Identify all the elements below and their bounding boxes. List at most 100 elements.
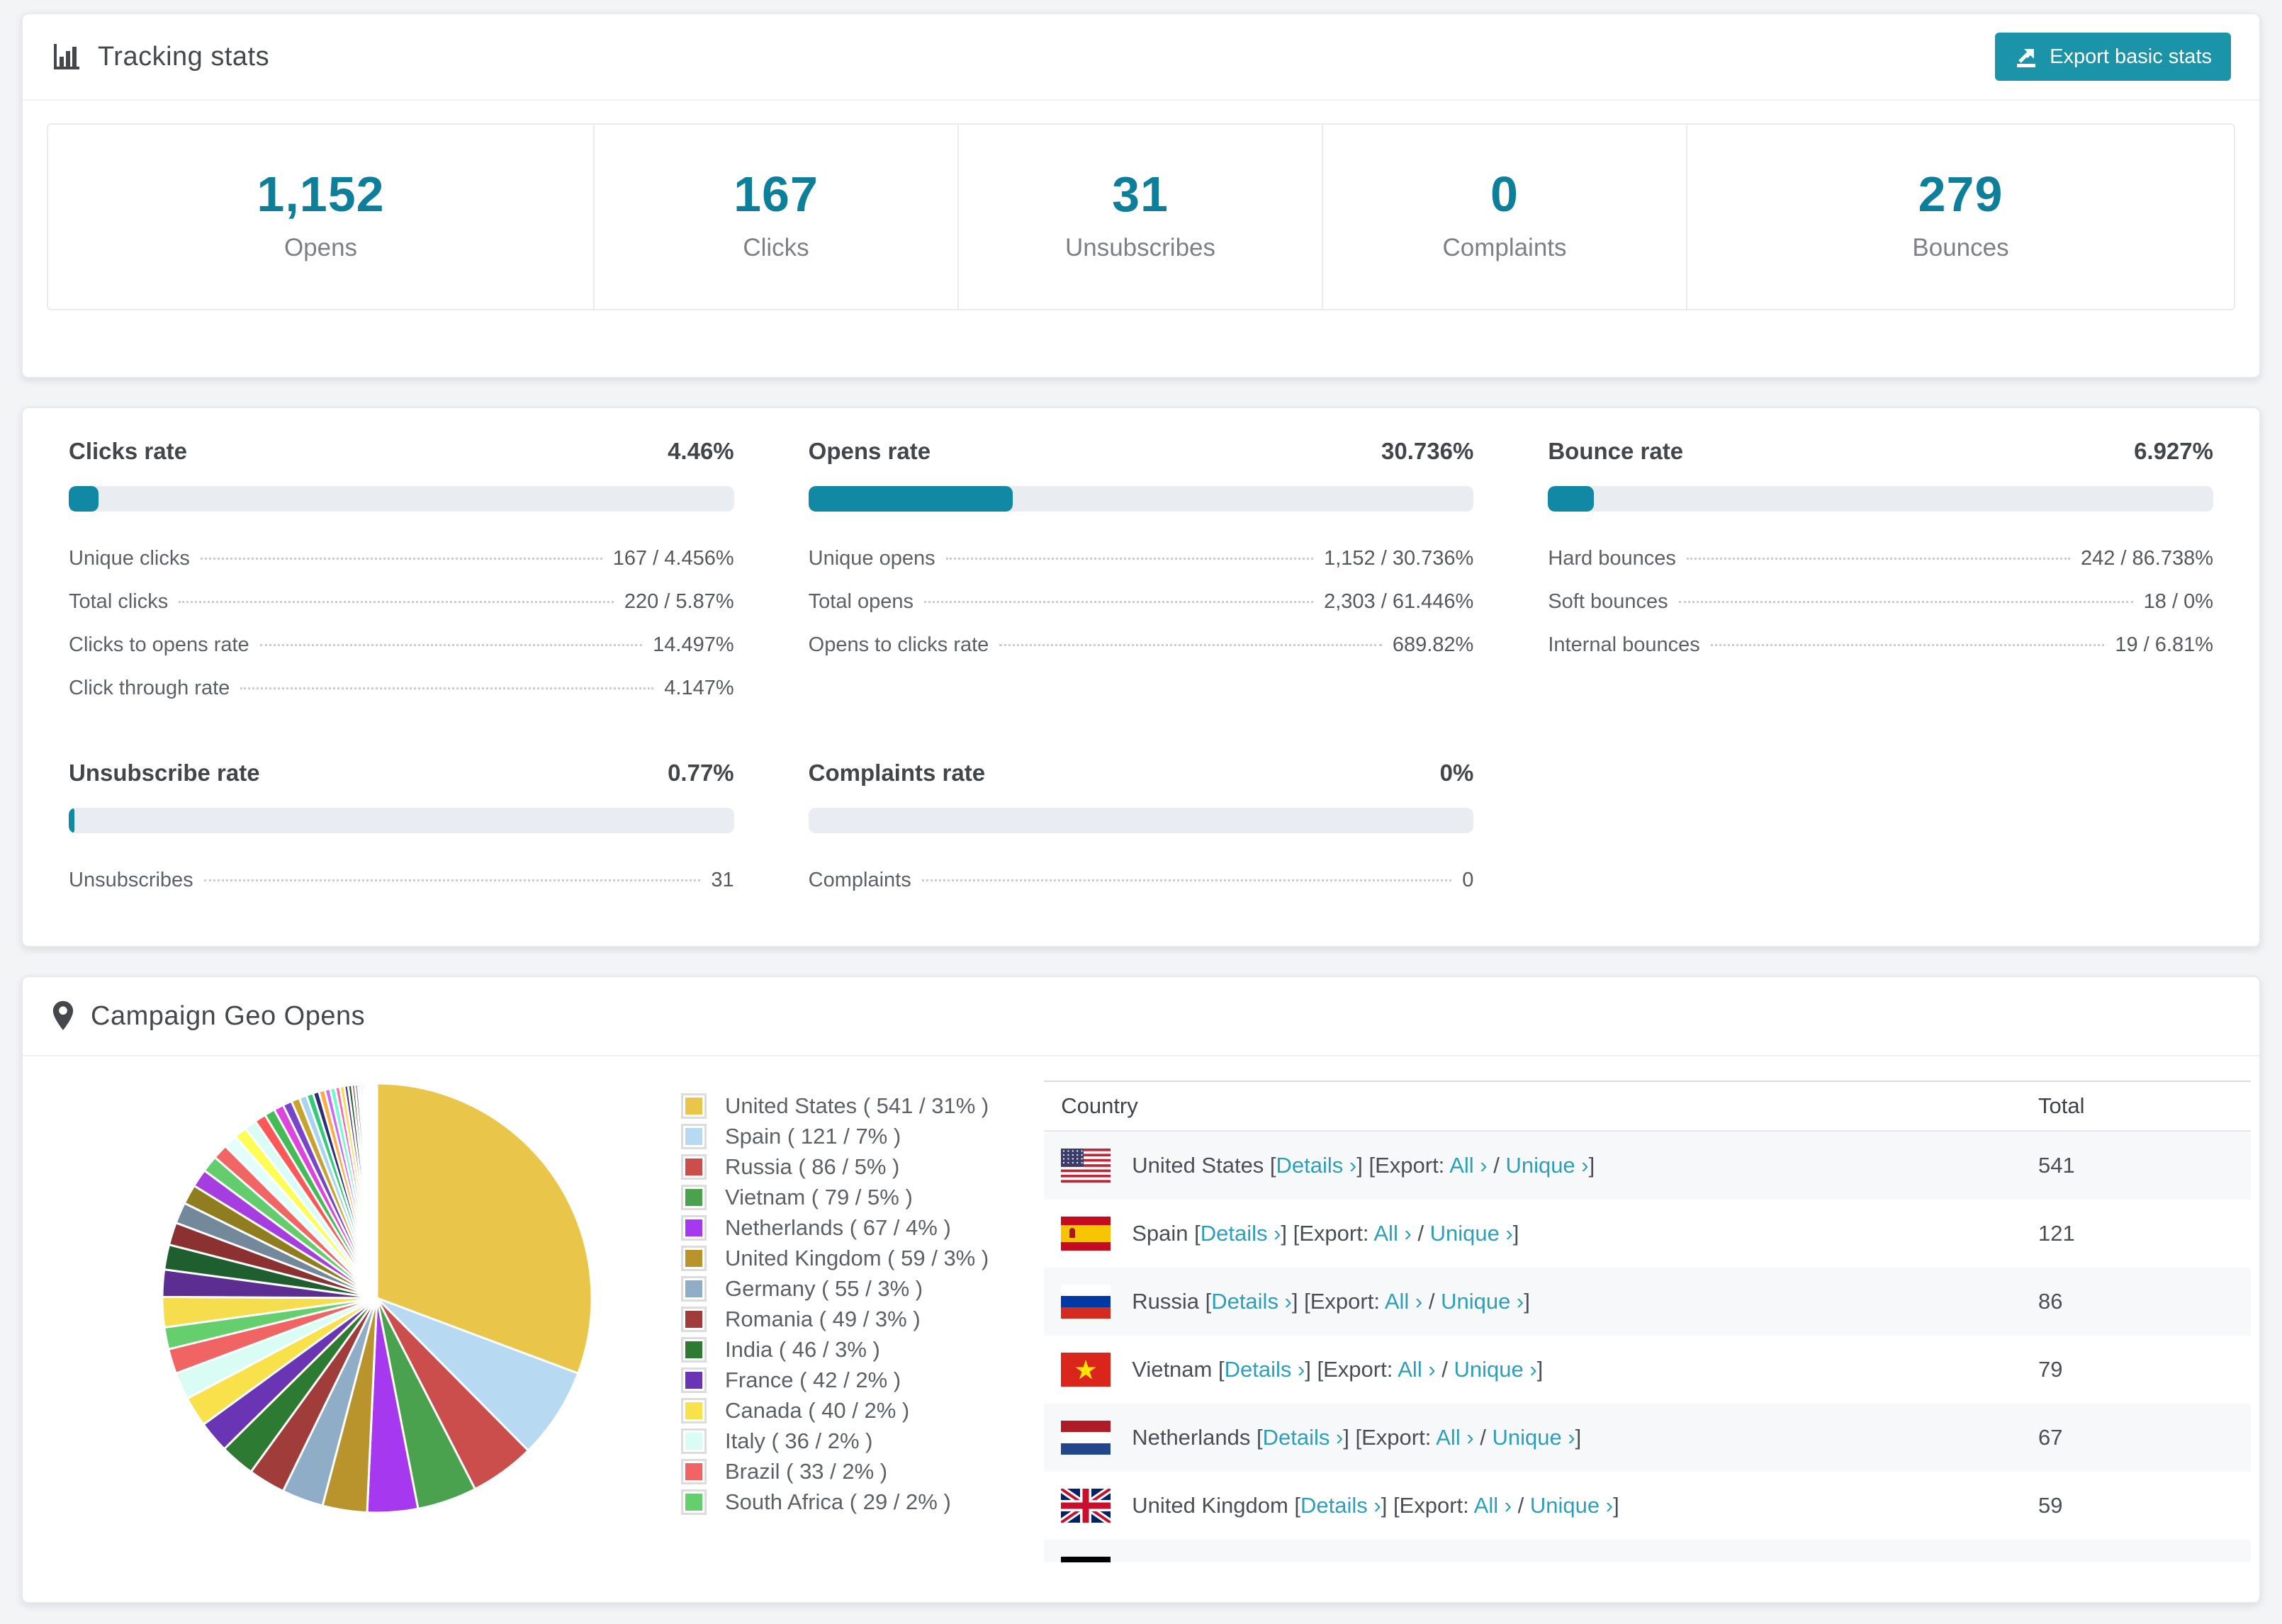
details-link[interactable]: Details › <box>1201 1221 1281 1246</box>
legend-swatch <box>681 1215 707 1241</box>
summary-box: 1,152 Opens 167 Clicks 31 Unsubscribes 0 Compla… <box>47 123 2235 310</box>
tracking-stats-card: Tracking stats Export basic stats 1,152 O… <box>21 13 2261 378</box>
export-all-link[interactable]: All › <box>1385 1289 1422 1314</box>
export-basic-stats-button[interactable]: Export basic stats <box>1995 33 2231 81</box>
legend-item-italy: Italy ( 36 / 2% ) <box>681 1428 989 1454</box>
rate-progressbar <box>69 486 734 512</box>
rate-progressbar <box>69 808 734 833</box>
legend-item-india: India ( 46 / 3% ) <box>681 1337 989 1363</box>
legend-label: Russia ( 86 / 5% ) <box>725 1154 900 1179</box>
details-link[interactable]: Details › <box>1263 1425 1344 1450</box>
es-flag-icon <box>1061 1217 1111 1251</box>
summary-item-unsubscribes: 31 Unsubscribes <box>959 125 1323 309</box>
rate-detail-row: Clicks to opens rate 14.497% <box>69 624 734 667</box>
legend-swatch <box>681 1124 707 1149</box>
legend-swatch <box>681 1368 707 1393</box>
export-unique-link[interactable]: Unique › <box>1505 1153 1588 1178</box>
rate-detail-value: 31 <box>711 869 734 891</box>
geo-row-text: Netherlands [Details ›] [Export: All › /… <box>1132 1425 1582 1450</box>
rate-value: 4.46% <box>668 438 734 464</box>
geo-row-text: United States [Details ›] [Export: All ›… <box>1132 1153 1595 1178</box>
rate-detail-value: 4.147% <box>664 677 734 699</box>
geo-row-total: 79 <box>2038 1357 2063 1382</box>
legend-item-netherlands: Netherlands ( 67 / 4% ) <box>681 1215 989 1241</box>
summary-body: 1,152 Opens 167 Clicks 31 Unsubscribes 0 Compla… <box>23 101 2259 377</box>
details-link[interactable]: Details › <box>1300 1493 1381 1518</box>
nl-flag-icon <box>1061 1421 1111 1455</box>
vn-flag-icon <box>1061 1353 1111 1387</box>
export-all-link[interactable]: All › <box>1373 1221 1411 1246</box>
export-unique-link[interactable]: Unique › <box>1454 1357 1536 1382</box>
export-unique-link[interactable]: Unique › <box>1530 1493 1613 1518</box>
geo-table: Country Total United States [Details ›] … <box>1044 1081 2251 1562</box>
export-all-link[interactable]: All › <box>1398 1357 1435 1382</box>
export-unique-link[interactable]: Unique › <box>1430 1221 1513 1246</box>
rate-detail-label: Complaints <box>808 869 911 891</box>
legend-label: Canada ( 40 / 2% ) <box>725 1398 910 1423</box>
export-unique-link[interactable]: Unique › <box>1441 1289 1524 1314</box>
geo-row-total: 67 <box>2038 1425 2063 1450</box>
summary-item-opens: 1,152 Opens <box>48 125 595 309</box>
legend-item-spain: Spain ( 121 / 7% ) <box>681 1124 989 1149</box>
us-flag-icon <box>1061 1149 1111 1183</box>
pie-svg <box>161 1082 593 1514</box>
rate-detail-value: 0 <box>1462 869 1474 891</box>
rate-progressbar <box>1548 486 2213 512</box>
summary-label: Clicks <box>743 234 809 261</box>
legend-swatch <box>681 1459 707 1484</box>
rate-detail-label: Unsubscribes <box>69 869 193 891</box>
geo-title: Campaign Geo Opens <box>51 1000 365 1032</box>
rate-detail-label: Unique opens <box>808 547 935 570</box>
geo-table-row-spain: Spain [Details ›] [Export: All › / Uniqu… <box>1044 1200 2251 1268</box>
geo-table-row-russia: Russia [Details ›] [Export: All › / Uniq… <box>1044 1268 2251 1336</box>
rate-detail-row: Unsubscribes 31 <box>69 859 734 902</box>
tracking-stats-title-text: Tracking stats <box>98 41 270 72</box>
geo-pie-chart[interactable] <box>159 1081 595 1519</box>
rate-value: 0.77% <box>668 760 734 786</box>
rate-progressbar <box>808 808 1474 833</box>
map-pin-icon <box>52 1000 74 1030</box>
pie-slice-other[interactable] <box>375 1082 378 1299</box>
geo-legend: United States ( 541 / 31% ) Spain ( 121 /… <box>681 1093 989 1520</box>
rate-detail-value: 1,152 / 30.736% <box>1324 547 1474 570</box>
rate-detail-value: 2,303 / 61.446% <box>1324 590 1474 613</box>
rate-unsubscribe-rate: Unsubscribe rate 0.77% Unsubscribes 31 <box>69 760 734 902</box>
geo-table-row-netherlands: Netherlands [Details ›] [Export: All › /… <box>1044 1404 2251 1472</box>
geo-header: Campaign Geo Opens <box>23 977 2259 1056</box>
export-all-link[interactable]: All › <box>1474 1493 1512 1518</box>
rate-bounce-rate: Bounce rate 6.927% Hard bounces 242 / 86.73… <box>1548 438 2213 710</box>
export-all-link[interactable]: All › <box>1436 1425 1473 1450</box>
details-link[interactable]: Details › <box>1225 1357 1305 1382</box>
legend-label: Italy ( 36 / 2% ) <box>725 1428 873 1453</box>
rate-clicks-rate: Clicks rate 4.46% Unique clicks 167 / 4.456… <box>69 438 734 710</box>
rate-detail-row: Unique clicks 167 / 4.456% <box>69 537 734 580</box>
export-unique-link[interactable]: Unique › <box>1464 1561 1547 1562</box>
dotted-leader <box>921 879 1452 881</box>
export-all-link[interactable]: All › <box>1449 1153 1487 1178</box>
summary-item-bounces: 279 Bounces <box>1687 125 2234 309</box>
summary-value: 0 <box>1490 167 1519 222</box>
page: Tracking stats Export basic stats 1,152 O… <box>0 0 2282 1603</box>
geo-row-total: 541 <box>2038 1153 2075 1178</box>
details-link[interactable]: Details › <box>1235 1561 1315 1562</box>
legend-label: Vietnam ( 79 / 5% ) <box>725 1185 913 1209</box>
legend-label: India ( 46 / 3% ) <box>725 1337 880 1362</box>
rate-value: 6.927% <box>2134 438 2213 464</box>
legend-swatch <box>681 1307 707 1332</box>
details-link[interactable]: Details › <box>1276 1153 1357 1178</box>
legend-item-united-kingdom: United Kingdom ( 59 / 3% ) <box>681 1246 989 1271</box>
rates-grid: Clicks rate 4.46% Unique clicks 167 / 4.456… <box>69 438 2213 902</box>
legend-swatch <box>681 1428 707 1454</box>
legend-item-russia: Russia ( 86 / 5% ) <box>681 1154 989 1180</box>
summary-label: Bounces <box>1912 234 2009 261</box>
legend-label: Spain ( 121 / 7% ) <box>725 1124 901 1149</box>
details-link[interactable]: Details › <box>1211 1289 1292 1314</box>
legend-swatch <box>681 1246 707 1271</box>
export-all-link[interactable]: All › <box>1408 1561 1446 1562</box>
export-unique-link[interactable]: Unique › <box>1492 1425 1575 1450</box>
rate-detail-label: Internal bounces <box>1548 633 1700 656</box>
legend-item-france: France ( 42 / 2% ) <box>681 1368 989 1393</box>
rate-title: Bounce rate <box>1548 438 1684 464</box>
geo-row-total: 55 <box>2038 1540 2251 1562</box>
rate-detail-value: 18 / 0% <box>2143 590 2213 613</box>
